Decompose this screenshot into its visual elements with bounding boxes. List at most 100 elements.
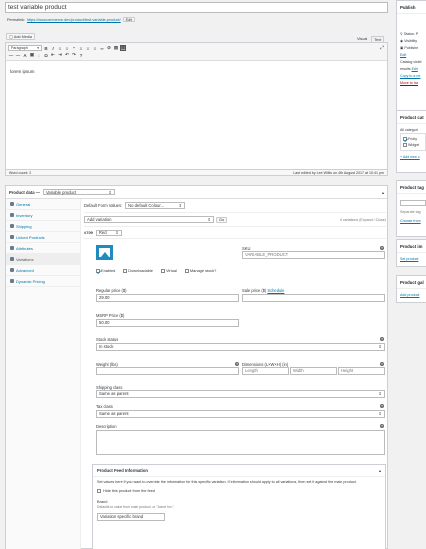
- post-title-input[interactable]: test variable product: [5, 2, 388, 13]
- go-button[interactable]: Go: [216, 216, 228, 223]
- default-form-label: Default Form Values:: [84, 203, 123, 208]
- special-char-icon[interactable]: Ω: [43, 52, 49, 58]
- tab-shipping[interactable]: Shipping: [6, 221, 80, 232]
- help-icon[interactable]: ?: [78, 52, 84, 58]
- variation-image[interactable]: [96, 245, 113, 260]
- stock-status-help-icon[interactable]: ?: [380, 337, 384, 341]
- tax-class-label: Tax class: [96, 404, 113, 409]
- truck-icon: [10, 224, 14, 228]
- unlink-icon[interactable]: ⊘: [106, 45, 112, 51]
- height-input[interactable]: Height: [338, 367, 385, 375]
- align-center-icon[interactable]: ≡: [85, 45, 91, 51]
- stock-status-select[interactable]: In stock ⇕: [96, 343, 385, 351]
- downloadable-option[interactable]: Downloadable: [123, 268, 153, 273]
- outdent-icon[interactable]: ⇤: [50, 52, 56, 58]
- add-variation-row: Add variation ⇕ Go 4 variations (Expand /…: [84, 213, 386, 227]
- tab-variations[interactable]: Variations: [6, 254, 80, 265]
- add-category-link[interactable]: + Add new c: [400, 154, 426, 160]
- redo-icon[interactable]: ↷: [71, 52, 77, 58]
- link-icon[interactable]: ∞: [99, 45, 105, 51]
- tab-inventory[interactable]: Inventory: [6, 210, 80, 221]
- tags-input[interactable]: [400, 200, 426, 206]
- length-input[interactable]: Length: [242, 367, 289, 375]
- move-trash-link[interactable]: Move to tra: [400, 80, 426, 87]
- manage-stock-checkbox[interactable]: [184, 268, 189, 273]
- tab-general[interactable]: General: [6, 199, 80, 210]
- align-right-icon[interactable]: ≡: [92, 45, 98, 51]
- undo-icon[interactable]: ↶: [64, 52, 70, 58]
- format-select[interactable]: Paragraph ▾: [8, 45, 42, 51]
- enabled-option[interactable]: Enabled: [96, 268, 115, 273]
- collapse-icon[interactable]: ▴: [382, 190, 384, 195]
- read-more-icon[interactable]: ▤: [113, 45, 119, 51]
- add-variation-select[interactable]: Add variation ⇕: [84, 216, 214, 223]
- sku-help-icon[interactable]: ?: [380, 246, 384, 250]
- eye-icon: ◉: [400, 39, 404, 43]
- bold-icon[interactable]: B: [43, 45, 49, 51]
- regular-price-label: Regular price ($): [96, 288, 127, 293]
- add-gallery-link[interactable]: Add product: [397, 289, 426, 301]
- published-row: ▣ Publishe: [400, 46, 419, 50]
- pricing-icon: [10, 279, 14, 283]
- schedule-link[interactable]: Schedule: [267, 288, 284, 293]
- shipping-class-select[interactable]: Same as parent ⇕: [96, 390, 385, 398]
- distraction-free-icon[interactable]: ⤢: [380, 45, 384, 51]
- toolbar-toggle-icon[interactable]: ▦: [120, 45, 126, 51]
- italic-icon[interactable]: I: [50, 45, 56, 51]
- permalink-url[interactable]: https://woocommerce.dev/product/test-var…: [27, 18, 121, 22]
- choose-tags-link[interactable]: Choose from: [400, 218, 426, 224]
- tab-attributes[interactable]: Attributes: [6, 243, 80, 254]
- msrp-label: MSRP Price ($): [96, 313, 125, 318]
- tax-class-help-icon[interactable]: ?: [380, 404, 384, 408]
- hide-feed-checkbox[interactable]: [97, 489, 101, 493]
- description-label: Description: [96, 424, 117, 429]
- tags-title: Product tag: [397, 181, 426, 194]
- msrp-input[interactable]: 50.00: [96, 319, 239, 327]
- numbered-list-icon[interactable]: ≡: [64, 45, 70, 51]
- editor-content[interactable]: lorem ipsum: [6, 61, 387, 82]
- weight-help-icon[interactable]: ?: [235, 362, 239, 366]
- tax-class-select[interactable]: Same as parent ⇕: [96, 410, 385, 418]
- description-help-icon[interactable]: ?: [380, 424, 384, 428]
- align-left-icon[interactable]: ≡: [78, 45, 84, 51]
- paste-text-icon[interactable]: ▣: [29, 52, 35, 58]
- product-type-select[interactable]: Variable product ⇕: [42, 188, 115, 196]
- publish-edit-link[interactable]: Edit: [400, 52, 426, 59]
- calendar-icon: ▣: [400, 46, 404, 50]
- dimensions-help-icon[interactable]: ?: [380, 362, 384, 366]
- width-input[interactable]: Width: [290, 367, 337, 375]
- default-colour-select[interactable]: No default Colour... ⇕: [125, 202, 186, 209]
- strikethrough-icon[interactable]: —: [8, 52, 14, 58]
- text-color-icon[interactable]: A: [22, 52, 28, 58]
- inventory-icon: [10, 213, 14, 217]
- tab-dynamic-pricing[interactable]: Dynamic Pricing: [6, 276, 80, 287]
- copy-draft-link[interactable]: Copy to a ne: [400, 73, 426, 80]
- indent-icon[interactable]: ⇥: [57, 52, 63, 58]
- list-icon: [10, 246, 14, 250]
- bullet-list-icon[interactable]: ≡: [57, 45, 63, 51]
- virtual-option[interactable]: Virtual: [160, 268, 177, 273]
- virtual-checkbox[interactable]: [160, 268, 165, 273]
- clear-format-icon[interactable]: ◌: [36, 52, 42, 58]
- hr-icon[interactable]: ―: [15, 52, 21, 58]
- tab-advanced[interactable]: Advanced: [6, 265, 80, 276]
- regular-price-input[interactable]: 29.00: [96, 294, 239, 302]
- weight-input[interactable]: [96, 367, 239, 375]
- brand-input[interactable]: Variation specific brand: [97, 513, 165, 521]
- permalink-edit-button[interactable]: Edit: [122, 17, 136, 22]
- set-product-image-link[interactable]: Set product: [397, 253, 426, 265]
- tab-linked-products[interactable]: Linked Products: [6, 232, 80, 243]
- category-widget[interactable]: Widget: [403, 142, 423, 148]
- product-data-tabs: General Inventory Shipping Linked Produc…: [6, 199, 81, 549]
- description-textarea[interactable]: [96, 430, 385, 455]
- sku-input[interactable]: VARIABLE_PRODUCT: [242, 251, 385, 259]
- feed-collapse-icon[interactable]: ▴: [379, 468, 381, 473]
- downloadable-checkbox[interactable]: [123, 268, 128, 273]
- sale-price-input[interactable]: [242, 294, 385, 302]
- blockquote-icon[interactable]: “: [71, 45, 77, 51]
- publish-title: Publish: [397, 1, 426, 14]
- variation-attr-select[interactable]: Red ⇕: [95, 229, 122, 236]
- manage-stock-option[interactable]: Manage stock?: [184, 268, 216, 273]
- add-media-button[interactable]: ▢ Add Media: [6, 33, 35, 40]
- enabled-checkbox[interactable]: [96, 268, 100, 273]
